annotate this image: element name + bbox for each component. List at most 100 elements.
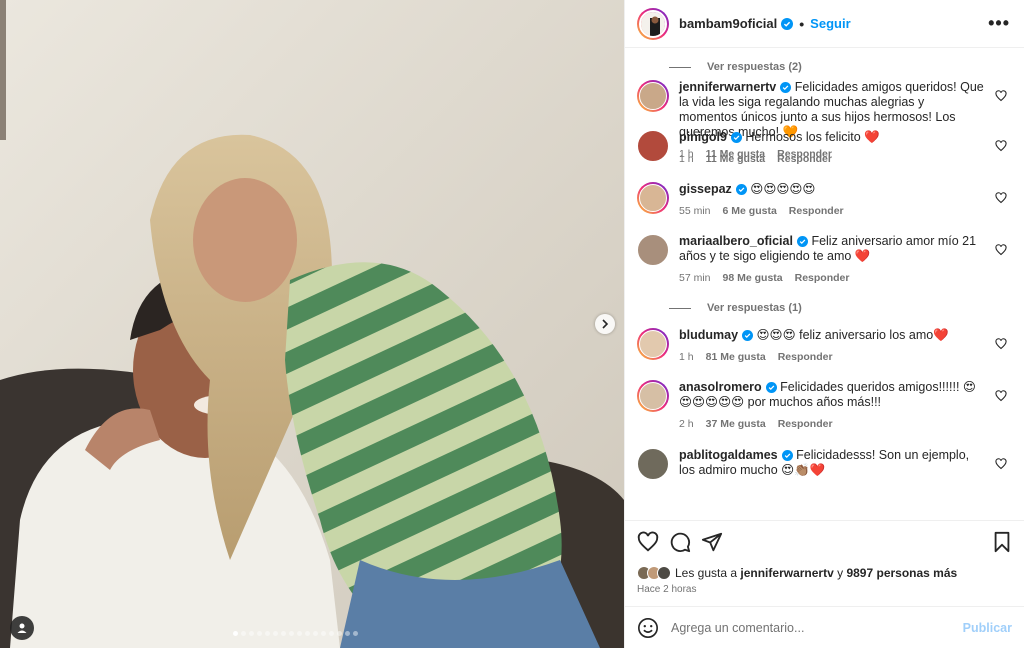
publish-button[interactable]: Publicar <box>963 621 1012 635</box>
carousel-dot <box>329 631 334 636</box>
comment-body: bludumay 😍😍😍 feliz aniversario los amo❤️… <box>679 328 985 365</box>
post-photo[interactable] <box>0 0 624 648</box>
heart-icon[interactable] <box>637 531 659 553</box>
carousel-dot <box>265 631 270 636</box>
commenter-username[interactable]: gissepaz <box>679 182 732 196</box>
comment-time[interactable]: 1 h <box>679 350 694 365</box>
commenter-username[interactable]: bludumay <box>679 328 738 342</box>
comment-meta: 1 h 11 Me gusta Responder <box>679 152 985 167</box>
send-icon[interactable] <box>701 531 723 553</box>
verified-badge-icon <box>742 330 754 341</box>
commenter-avatar[interactable] <box>637 234 669 266</box>
author-avatar[interactable] <box>637 7 669 40</box>
carousel-dot <box>337 631 342 636</box>
comment-time[interactable]: 55 min <box>679 204 711 219</box>
comments-list[interactable]: Ver respuestas (2) jenniferwarnertv Felic… <box>625 48 1024 520</box>
like-comment-heart-icon[interactable] <box>995 90 1007 102</box>
view-replies-button[interactable]: Ver respuestas (1) <box>625 299 802 317</box>
comment-meta: 55 min 6 Me gusta Responder <box>679 204 985 219</box>
comment-likes[interactable]: 98 Me gusta <box>723 271 783 286</box>
commenter-username[interactable]: pinigol9 <box>679 130 727 144</box>
commenter-avatar[interactable] <box>637 80 669 112</box>
commenter-username[interactable]: jenniferwarnertv <box>679 80 776 94</box>
comment-body: mariaalbero_oficial Feliz aniversario am… <box>679 234 985 286</box>
carousel-dot <box>353 631 358 636</box>
likes-count-link[interactable]: 9897 personas más <box>846 566 957 580</box>
commenter-username[interactable]: pablitogaldames <box>679 448 778 462</box>
comment-meta: 2 h 37 Me gusta Responder <box>679 417 985 432</box>
like-comment-heart-icon[interactable] <box>995 140 1007 152</box>
commenter-avatar[interactable] <box>637 328 669 360</box>
carousel-dot <box>345 631 350 636</box>
view-replies-button[interactable]: Ver respuestas (2) <box>625 58 802 76</box>
carousel-dot <box>273 631 278 636</box>
carousel-dot <box>257 631 262 636</box>
next-photo-button[interactable] <box>595 314 615 334</box>
comment-time[interactable]: 2 h <box>679 417 694 432</box>
reply-button[interactable]: Responder <box>778 350 833 365</box>
post-sidebar: bambam9oficial • Seguir ••• Ver respuest… <box>624 0 1024 648</box>
like-comment-heart-icon[interactable] <box>995 390 1007 402</box>
verified-badge-icon <box>781 450 793 461</box>
like-comment-heart-icon[interactable] <box>995 244 1007 256</box>
author-username[interactable]: bambam9oficial <box>679 16 777 31</box>
verified-badge-icon <box>781 17 794 30</box>
commenter-avatar[interactable] <box>637 182 669 214</box>
view-replies-label[interactable]: Ver respuestas (2) <box>707 61 802 73</box>
reply-button[interactable]: Responder <box>777 152 832 167</box>
comment-likes[interactable]: 37 Me gusta <box>706 417 766 432</box>
action-bar <box>625 520 1024 562</box>
comment-item: bludumay 😍😍😍 feliz aniversario los amo❤️… <box>637 328 1007 365</box>
carousel-dot <box>321 631 326 636</box>
comment-body: pinigol9 Hermosos los felicito ❤️ 1 h 11 M… <box>679 130 985 167</box>
commenter-avatar[interactable] <box>637 448 669 480</box>
reply-button[interactable]: Responder <box>778 417 833 432</box>
comment-icon[interactable] <box>669 531 691 553</box>
commenter-username[interactable]: mariaalbero_oficial <box>679 234 793 248</box>
comment-likes[interactable]: 81 Me gusta <box>706 350 766 365</box>
emoji-icon[interactable] <box>637 617 659 639</box>
more-options-icon[interactable]: ••• <box>988 13 1010 34</box>
bookmark-icon[interactable] <box>992 531 1012 553</box>
view-replies-label[interactable]: Ver respuestas (1) <box>707 302 802 314</box>
post-time[interactable]: Hace 2 horas <box>625 584 1024 602</box>
comment-item: mariaalbero_oficial Feliz aniversario am… <box>637 234 1007 286</box>
comment-composer: Publicar <box>625 606 1024 648</box>
carousel-dot <box>249 631 254 636</box>
reply-button[interactable]: Responder <box>795 271 850 286</box>
comment-input[interactable] <box>671 620 963 635</box>
tagged-users-button[interactable] <box>10 616 34 640</box>
comment-item: pablitogaldames Felicidadesss! Son un ej… <box>637 448 1007 480</box>
comment-time[interactable]: 57 min <box>679 271 711 286</box>
liker-avatar <box>657 566 671 580</box>
comment-likes[interactable]: 6 Me gusta <box>723 204 777 219</box>
carousel-dot <box>233 631 238 636</box>
commenter-avatar[interactable] <box>637 380 669 412</box>
comment-text: 😍😍😍😍😍 <box>750 182 816 196</box>
carousel-indicator <box>233 631 358 636</box>
reply-button[interactable]: Responder <box>789 204 844 219</box>
like-comment-heart-icon[interactable] <box>995 338 1007 350</box>
header-separator: • <box>799 15 805 32</box>
comment-time[interactable]: 1 h <box>679 152 694 167</box>
comment-text: Hermosos los felicito ❤️ <box>745 130 880 144</box>
comment-meta: 57 min 98 Me gusta Responder <box>679 271 985 286</box>
carousel-dot <box>241 631 246 636</box>
carousel-dot <box>297 631 302 636</box>
likes-user-link[interactable]: jenniferwarnertv <box>740 566 833 580</box>
comment-body: anasolromero Felicidades queridos amigos… <box>679 380 985 432</box>
replies-line <box>669 66 691 68</box>
comment-text: 😍😍😍 feliz aniversario los amo❤️ <box>756 328 949 342</box>
follow-button[interactable]: Seguir <box>810 16 850 31</box>
user-tag-icon <box>17 623 27 633</box>
comment-item: anasolromero Felicidades queridos amigos… <box>637 380 1007 432</box>
commenter-username[interactable]: anasolromero <box>679 380 762 394</box>
like-comment-heart-icon[interactable] <box>995 458 1007 470</box>
like-comment-heart-icon[interactable] <box>995 192 1007 204</box>
comment-likes[interactable]: 11 Me gusta <box>706 152 766 167</box>
replies-line <box>669 307 691 309</box>
commenter-avatar[interactable] <box>637 130 669 162</box>
post-viewer: bambam9oficial • Seguir ••• Ver respuest… <box>0 0 1024 648</box>
likes-conj: y <box>837 566 844 580</box>
photo-image <box>0 0 624 648</box>
